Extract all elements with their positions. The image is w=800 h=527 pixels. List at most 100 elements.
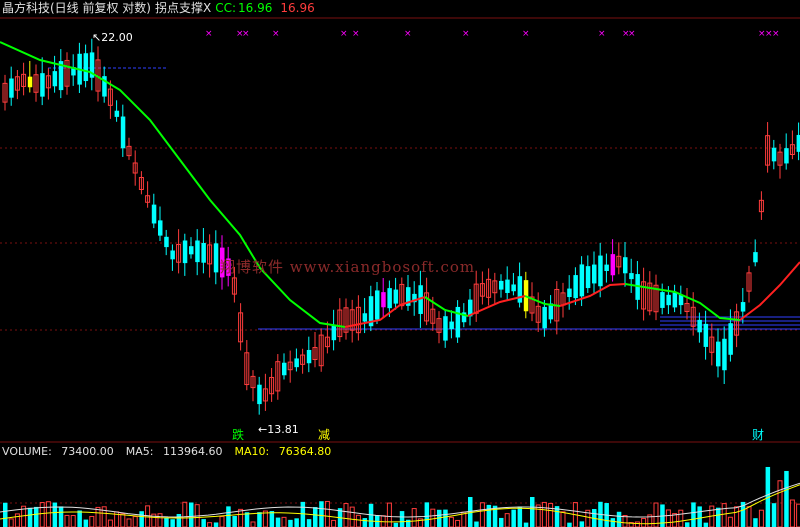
- candle-body: [629, 273, 634, 280]
- arrow-left-icon: ↖: [92, 31, 102, 44]
- high-price-label: ↖22.00: [92, 31, 133, 44]
- volume-bar: [207, 522, 213, 527]
- volume-bar: [616, 511, 622, 527]
- candle-body: [158, 220, 163, 236]
- volume-bar: [95, 506, 101, 527]
- candle-body: [455, 306, 461, 338]
- volume-bar: [14, 513, 20, 527]
- signal-marker: ×: [462, 29, 470, 39]
- candle-body: [740, 302, 746, 312]
- volume-bar: [182, 501, 188, 527]
- ma5-label: MA5: 113964.60: [125, 445, 223, 458]
- volume-bar: [362, 518, 368, 527]
- volume-bar: [139, 511, 144, 527]
- volume-bar: [257, 512, 262, 527]
- volume-bar: [703, 522, 709, 527]
- candle-body: [598, 255, 603, 287]
- volume-bar: [39, 502, 45, 527]
- volume-bar: [343, 503, 349, 527]
- volume-bar: [579, 521, 585, 527]
- volume-bar: [8, 518, 14, 527]
- volume-bar: [219, 516, 225, 527]
- candle-body: [27, 76, 33, 88]
- signal-marker: ×: [522, 29, 530, 39]
- volume-bar: [672, 513, 678, 527]
- candle-body: [567, 288, 572, 298]
- volume-bar: [697, 506, 702, 527]
- candle-body: [505, 279, 510, 293]
- candle-body: [592, 264, 597, 284]
- candle-body: [573, 275, 578, 299]
- volume-bar: [319, 501, 324, 527]
- volume-bar: [499, 517, 504, 527]
- low-price-label: ←13.81: [258, 423, 299, 436]
- security-name: 晶方科技(日线 前复权 对数): [2, 1, 151, 15]
- volume-bar: [355, 514, 361, 527]
- candle-body: [722, 338, 727, 371]
- cc-value: 16.96: [238, 1, 273, 15]
- candle-body: [753, 252, 758, 263]
- volume-bar: [511, 509, 516, 527]
- candle-body: [666, 294, 671, 306]
- volume-bar: [89, 515, 95, 527]
- volume-bar: [746, 506, 752, 527]
- candle-body: [9, 78, 14, 98]
- candle-body: [114, 110, 120, 117]
- candle-body: [120, 116, 126, 149]
- volume-bar: [107, 519, 113, 527]
- candle-body: [195, 240, 200, 263]
- candle-body: [331, 325, 337, 341]
- volume-bar: [331, 519, 337, 527]
- volume-bar: [64, 514, 70, 527]
- candle-body: [585, 266, 591, 289]
- volume-bar: [784, 470, 789, 527]
- volume-bar: [734, 506, 740, 527]
- volume-label: VOLUME: 73400.00: [2, 445, 114, 458]
- volume-bar: [567, 522, 572, 527]
- volume-bar: [45, 501, 51, 527]
- volume-bar: [399, 511, 405, 527]
- candle-body: [703, 323, 709, 347]
- volume-bar: [176, 513, 182, 527]
- volume-bar: [721, 503, 727, 527]
- volume-bar: [393, 522, 399, 527]
- volume-bar: [281, 516, 287, 527]
- volume-bar: [541, 501, 547, 527]
- candle-body: [282, 362, 287, 376]
- volume-bar: [120, 513, 126, 527]
- volume-bar: [716, 507, 721, 527]
- candle-body: [257, 384, 262, 405]
- signal-finance: 财: [752, 428, 765, 442]
- candle-body: [151, 204, 157, 224]
- candle-body: [660, 292, 665, 308]
- candle-body: [170, 250, 175, 260]
- watermark: 翔博软件 www.xiangbosoft.com: [220, 258, 476, 276]
- volume-bar: [685, 522, 690, 527]
- signal-fall: 跌: [232, 428, 245, 442]
- high-price-value: 22.00: [101, 31, 133, 44]
- volume-bar: [126, 518, 132, 527]
- volume-bar: [622, 515, 628, 527]
- volume-bar: [479, 502, 485, 527]
- candle-body: [52, 71, 58, 87]
- signal-marker: ×: [628, 29, 636, 39]
- low-price-value: 13.81: [267, 423, 299, 436]
- volume-bar: [3, 502, 8, 527]
- volume-bar: [753, 518, 758, 527]
- candle-body: [771, 147, 777, 162]
- volume-bar: [610, 518, 616, 527]
- volume-bar: [34, 506, 39, 527]
- volume-bar: [678, 509, 684, 527]
- volume-bar: [548, 502, 554, 527]
- volume-bar: [324, 500, 330, 527]
- volume-bar: [523, 522, 529, 527]
- volume-bar: [530, 497, 535, 527]
- signal-reduce: 减: [318, 428, 331, 442]
- volume-bar: [448, 516, 454, 527]
- volume-bar: [771, 503, 777, 527]
- signal-marker: ×: [404, 29, 412, 39]
- volume-bar: [474, 521, 479, 527]
- signal-marker: ×: [340, 29, 348, 39]
- volume-bar: [313, 507, 318, 527]
- volume-bar: [691, 502, 696, 527]
